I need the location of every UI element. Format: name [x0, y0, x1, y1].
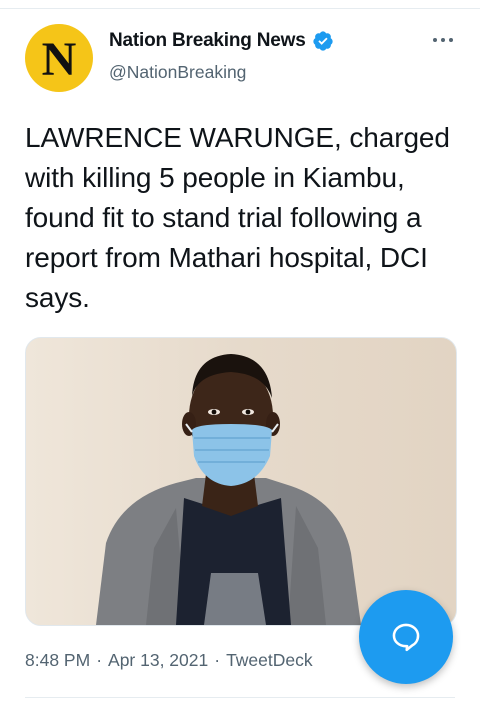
meta-separator: · [96, 650, 103, 670]
tweet-date[interactable]: Apr 13, 2021 [108, 650, 208, 670]
bottom-divider [25, 697, 455, 698]
verified-badge-icon [312, 31, 333, 51]
more-options-icon[interactable] [428, 30, 458, 50]
avatar-letter: N [41, 33, 77, 86]
meta-separator: · [214, 650, 221, 670]
photo-illustration [26, 338, 456, 625]
author-handle[interactable]: @NationBreaking [109, 62, 246, 83]
avatar[interactable]: N [25, 24, 93, 92]
tweet-source[interactable]: TweetDeck [226, 650, 313, 670]
compose-reply-icon [392, 623, 420, 652]
author-name-row[interactable]: Nation Breaking News [109, 30, 334, 52]
more-dot [449, 38, 453, 42]
tweet-photo[interactable] [25, 337, 457, 626]
more-dot [433, 38, 437, 42]
tweet-time[interactable]: 8:48 PM [25, 650, 90, 670]
more-dot [441, 38, 445, 42]
tweet-detail: N Nation Breaking News @NationBreaking L… [0, 0, 480, 702]
tweet-text: LAWRENCE WARUNGE, charged with killing 5… [25, 122, 450, 313]
compose-reply-button[interactable] [359, 590, 453, 684]
top-divider [0, 0, 480, 9]
tweet-meta: 8:48 PM · Apr 13, 2021 · TweetDeck [25, 650, 313, 671]
display-name[interactable]: Nation Breaking News [109, 30, 306, 52]
